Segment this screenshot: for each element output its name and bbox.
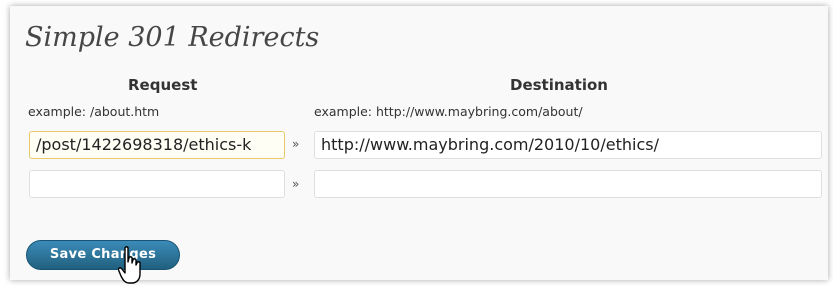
request-example-text: example: /about.htm bbox=[28, 104, 160, 119]
hand-pointer-icon bbox=[118, 246, 141, 284]
page-title: Simple 301 Redirects bbox=[25, 22, 320, 53]
save-changes-button[interactable]: Save Changes bbox=[26, 240, 180, 270]
request-column-header: Request bbox=[128, 76, 198, 94]
destination-example-text: example: http://www.maybring.com/about/ bbox=[314, 104, 583, 119]
request-input-row-2[interactable] bbox=[29, 170, 285, 198]
destination-input-row-1[interactable]: http://www.maybring.com/2010/10/ethics/ bbox=[314, 131, 822, 159]
destination-input-row-2[interactable] bbox=[314, 170, 822, 198]
row-2-separator: » bbox=[292, 177, 300, 191]
row-1-separator: » bbox=[292, 137, 300, 151]
destination-column-header: Destination bbox=[510, 76, 608, 94]
request-input-row-1[interactable]: /post/1422698318/ethics-k bbox=[29, 131, 285, 159]
